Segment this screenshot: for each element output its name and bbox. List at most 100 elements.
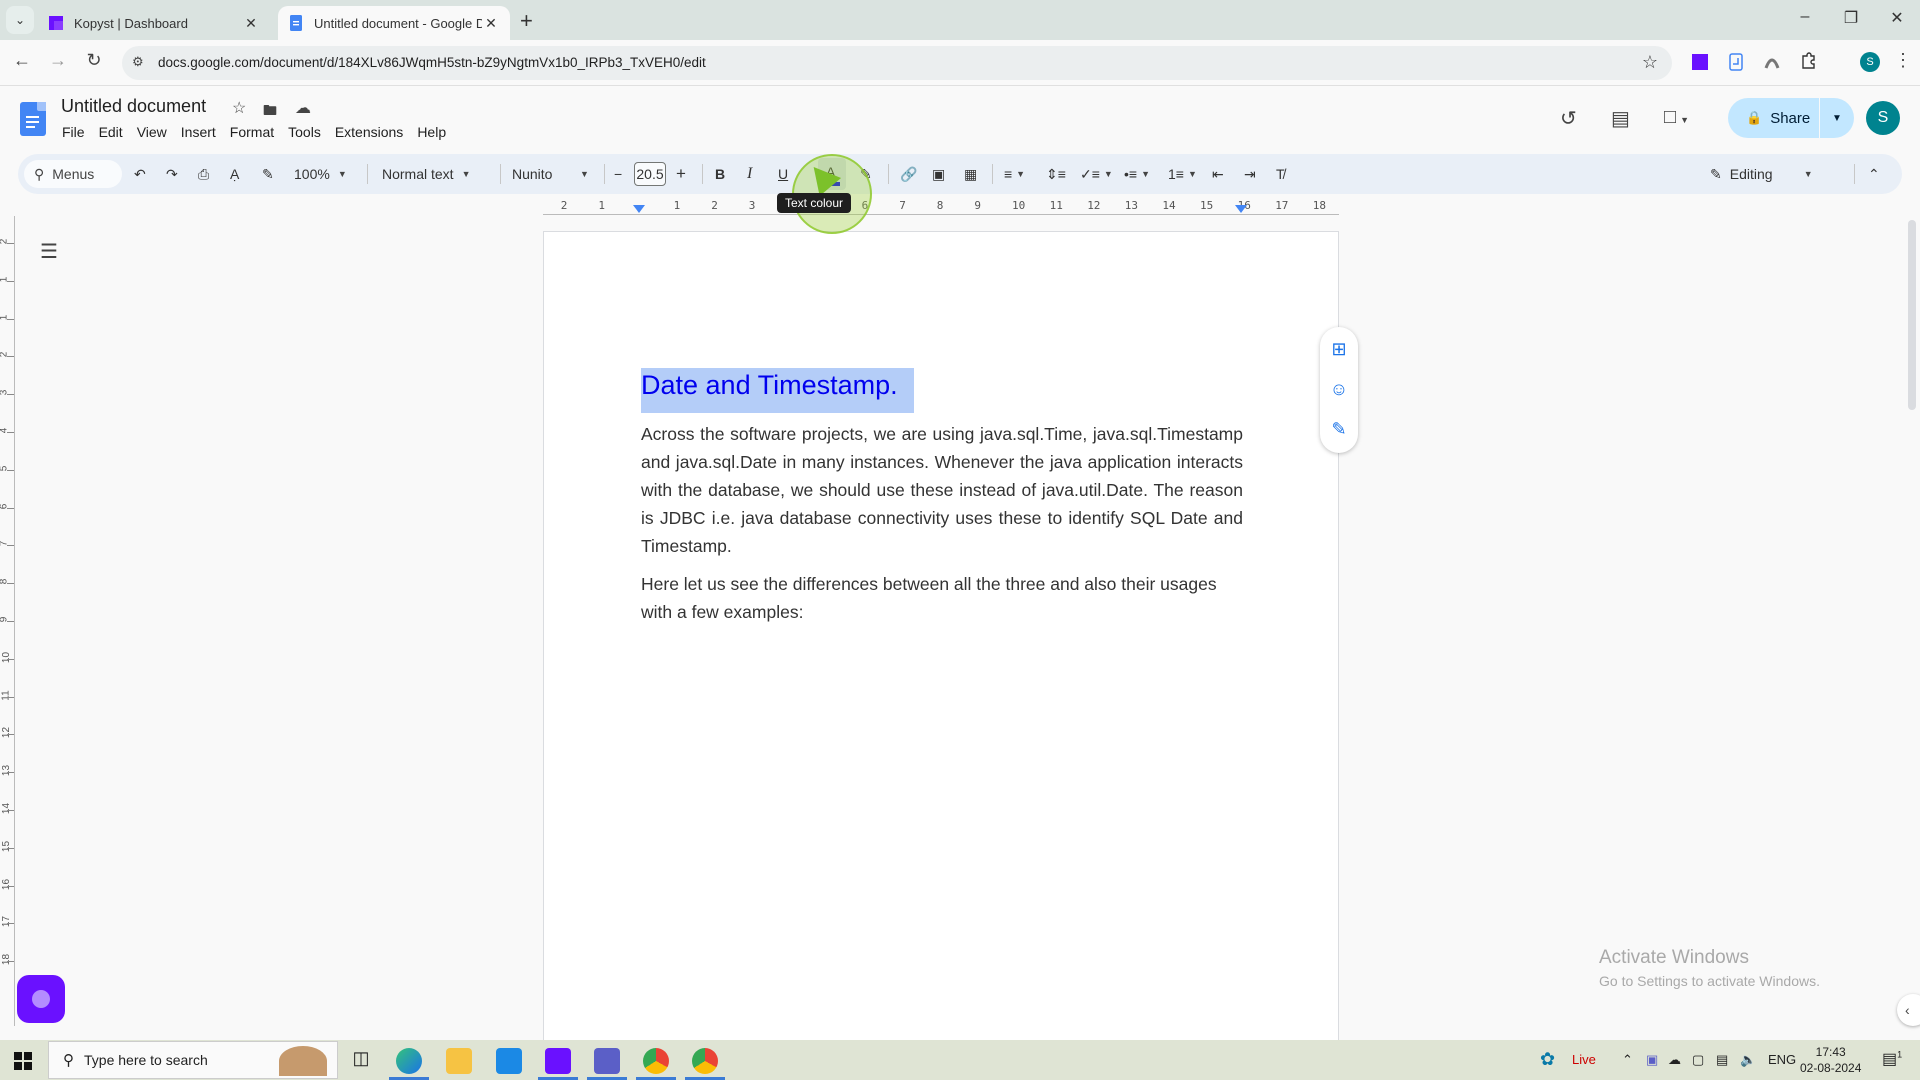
bulleted-list-icon[interactable]: •≡ ▼ (1124, 154, 1150, 194)
checklist-icon[interactable]: ✓≡ ▼ (1080, 154, 1113, 194)
paragraph-style-select[interactable]: Normal text ▼ (382, 154, 471, 194)
underline-button[interactable]: U (778, 154, 788, 194)
increase-indent-icon[interactable]: ⇥ (1244, 154, 1256, 194)
redo-icon[interactable]: ↷ (166, 154, 178, 194)
search-menus-button[interactable]: ⚲ Menus (24, 160, 122, 188)
insert-image-icon[interactable]: ▦ (964, 154, 977, 194)
move-folder-icon[interactable]: 🖿 (263, 100, 277, 124)
close-tab-icon[interactable]: ✕ (482, 15, 500, 32)
hide-menus-chevron-up-icon[interactable]: ⌃ (1868, 154, 1880, 194)
print-icon[interactable]: ⎙ (198, 154, 209, 194)
clear-formatting-icon[interactable]: T̸ (1276, 154, 1285, 194)
close-tab-icon[interactable]: ✕ (242, 15, 260, 32)
weather-live-label[interactable]: Live (1572, 1052, 1596, 1067)
browser-menu-icon[interactable]: ⋮ (1894, 50, 1912, 71)
minimize-button[interactable]: – (1790, 8, 1820, 26)
google-docs-logo[interactable] (20, 102, 46, 136)
onedrive-icon[interactable]: ☁ (1668, 1052, 1681, 1068)
add-comment-icon[interactable]: ▣ (932, 154, 945, 194)
arc-extension-icon[interactable] (1762, 52, 1782, 72)
weather-icon[interactable]: ✿ (1540, 1049, 1555, 1070)
language-indicator[interactable]: ENG (1768, 1052, 1796, 1067)
chrome-profile-s-icon[interactable] (692, 1048, 718, 1074)
menu-edit[interactable]: Edit (99, 124, 123, 140)
url-text[interactable]: docs.google.com/document/d/184XLv86JWqmH… (158, 55, 706, 70)
insert-link-icon[interactable]: 🔗 (900, 154, 917, 194)
profile-avatar[interactable]: S (1860, 52, 1880, 72)
extensions-puzzle-icon[interactable] (1798, 52, 1818, 72)
edge-icon[interactable] (396, 1048, 422, 1074)
bold-button[interactable]: B (715, 154, 725, 194)
task-view-icon[interactable]: ◫ (348, 1048, 374, 1074)
notifications-icon[interactable]: ▤1 (1882, 1049, 1902, 1069)
body-paragraph-2[interactable]: Here let us see the differences between … (641, 570, 1243, 626)
back-button[interactable]: ← (10, 50, 34, 71)
bookmark-star-icon[interactable]: ☆ (1642, 52, 1658, 73)
body-paragraph-1[interactable]: Across the software projects, we are usi… (641, 420, 1243, 560)
document-page[interactable]: Date and Timestamp. Across the software … (543, 231, 1339, 1061)
share-dropdown-icon[interactable]: ▼ (1820, 113, 1854, 124)
zoom-select[interactable]: 100% ▼ (294, 154, 347, 194)
add-emoji-reaction-icon[interactable]: ☺ (1329, 379, 1349, 399)
kopyst-extension-icon[interactable] (1690, 52, 1710, 72)
chrome-profile-a-icon[interactable] (643, 1048, 669, 1074)
right-indent-marker[interactable] (1235, 205, 1247, 213)
heading-selected-text[interactable]: Date and Timestamp. (641, 368, 914, 413)
paint-format-icon[interactable]: ✎ (262, 154, 274, 194)
menu-format[interactable]: Format (230, 124, 274, 140)
increase-font-size-button[interactable]: + (676, 154, 686, 194)
document-title[interactable]: Untitled document (61, 96, 206, 117)
comments-icon[interactable]: ▤ (1611, 106, 1630, 131)
vertical-ruler[interactable]: 21123456789101112131415161718 (0, 216, 15, 1026)
share-button[interactable]: 🔒 Share ▼ (1728, 98, 1854, 138)
cloud-saved-icon[interactable]: ☁ (295, 98, 311, 118)
account-avatar[interactable]: S (1866, 101, 1900, 135)
menu-tools[interactable]: Tools (288, 124, 321, 140)
tab-search-button[interactable]: ⌄ (6, 6, 34, 34)
line-spacing-icon[interactable]: ⇕≡ (1046, 154, 1066, 194)
windows-start-icon[interactable] (14, 1052, 32, 1070)
star-icon[interactable]: ☆ (232, 98, 246, 118)
tab-google-docs[interactable]: Untitled document - Google Do ✕ (278, 6, 510, 40)
teams-tray-icon[interactable]: ▣ (1646, 1052, 1658, 1068)
spellcheck-icon[interactable]: Ạ (230, 154, 239, 194)
horizontal-ruler[interactable]: 21123456789101112131415161718 (543, 199, 1339, 215)
side-panel-toggle-chevron-left-icon[interactable]: ‹ (1897, 994, 1920, 1026)
decrease-font-size-button[interactable]: − (614, 154, 622, 194)
new-tab-button[interactable]: + (520, 8, 533, 34)
translate-extension-icon[interactable] (1726, 52, 1746, 72)
kopyst-app-icon[interactable] (545, 1048, 571, 1074)
restore-button[interactable]: ❐ (1836, 8, 1866, 28)
undo-icon[interactable]: ↶ (134, 154, 146, 194)
site-info-icon[interactable]: ⚙ (132, 54, 144, 70)
volume-icon[interactable]: 🔈 (1740, 1052, 1756, 1068)
version-history-icon[interactable]: ↺ (1560, 106, 1577, 131)
italic-button[interactable]: I (747, 154, 752, 194)
menu-file[interactable]: File (62, 124, 85, 140)
decrease-indent-icon[interactable]: ⇤ (1212, 154, 1224, 194)
add-comment-icon[interactable]: ⊞ (1329, 339, 1349, 359)
numbered-list-icon[interactable]: 1≡ ▼ (1168, 154, 1197, 194)
left-indent-marker[interactable] (633, 205, 645, 213)
address-bar[interactable]: ⚙ docs.google.com/document/d/184XLv86JWq… (122, 46, 1672, 80)
reload-button[interactable]: ↻ (82, 50, 106, 71)
taskbar-clock[interactable]: 17:43 02-08-2024 (1800, 1044, 1861, 1076)
tab-kopyst-dashboard[interactable]: Kopyst | Dashboard ✕ (38, 6, 270, 40)
file-explorer-icon[interactable] (446, 1048, 472, 1074)
document-outline-icon[interactable]: ☰ (40, 239, 58, 264)
teams-icon[interactable] (594, 1048, 620, 1074)
suggest-edits-icon[interactable]: ✎ (1329, 419, 1349, 439)
mail-icon[interactable] (496, 1048, 522, 1074)
vertical-scrollbar[interactable] (1908, 220, 1916, 410)
menu-view[interactable]: View (137, 124, 167, 140)
menu-extensions[interactable]: Extensions (335, 124, 403, 140)
font-size-input[interactable]: 20.5 (634, 162, 666, 186)
network-icon[interactable]: ▤ (1716, 1052, 1728, 1068)
editing-mode-select[interactable]: ✎ Editing ▼ (1710, 154, 1813, 194)
camera-icon[interactable]: ▢ (1692, 1052, 1704, 1068)
forward-button[interactable]: → (46, 50, 70, 71)
taskbar-search-input[interactable]: ⚲ Type here to search (48, 1041, 338, 1079)
meet-video-icon[interactable]: □ ▼ (1664, 106, 1689, 129)
menu-help[interactable]: Help (417, 124, 446, 140)
align-justify-icon[interactable]: ≡ ▼ (1004, 154, 1025, 194)
